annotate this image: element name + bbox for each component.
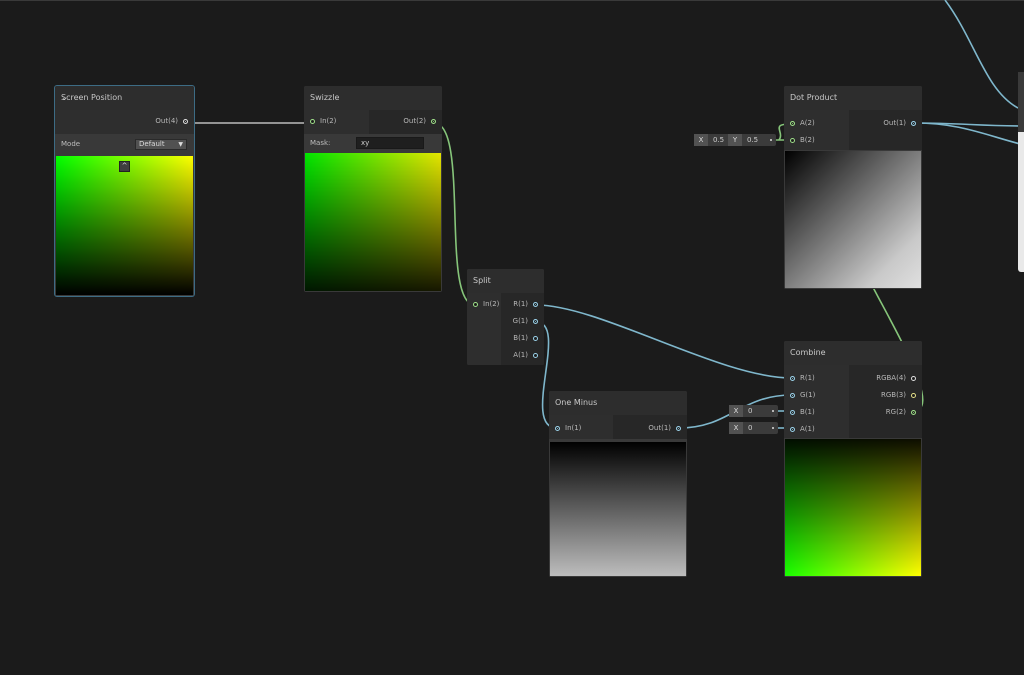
inline-connector-dot	[770, 139, 772, 141]
port-out-label: Out(4)	[155, 117, 178, 125]
node-split[interactable]: Split In(2) R(1) G(1) B(1) A(1)	[467, 269, 544, 365]
port-in-label: In(2)	[483, 300, 500, 308]
port-out-b-label: B(1)	[513, 334, 528, 342]
mode-row: Mode Default ▼	[55, 134, 194, 154]
offscreen-node-header-edge	[1018, 72, 1024, 132]
port-in-connector[interactable]	[310, 119, 315, 124]
port-area: Out(4)	[55, 110, 194, 134]
port-out-connector[interactable]	[183, 119, 188, 124]
port-area: R(1) G(1) B(1) A(1) RGBA(4) RGB(3) RG(2)	[784, 365, 922, 438]
x-field-value[interactable]: 0.5	[713, 134, 724, 146]
port-out-connector[interactable]	[911, 121, 916, 126]
mask-value: xy	[361, 139, 370, 147]
node-title: One Minus	[555, 398, 598, 407]
x-field-label: X	[694, 134, 708, 146]
port-out-g-connector[interactable]	[533, 319, 538, 324]
node-title: Split	[473, 276, 491, 285]
y-field-value[interactable]: 0.5	[747, 134, 758, 146]
port-out-rgba-connector[interactable]	[911, 376, 916, 381]
mask-input[interactable]: xy	[356, 137, 424, 149]
mode-dropdown-value: Default	[139, 140, 165, 148]
port-area: In(1) Out(1)	[549, 415, 687, 439]
port-out-label: Out(1)	[648, 424, 671, 432]
port-in-g-label: G(1)	[800, 391, 816, 399]
wire-top-right	[944, 0, 1019, 109]
node-header[interactable]: One Minus	[549, 391, 687, 415]
wire-split-r-to-combine-r	[535, 304, 793, 379]
node-combine[interactable]: Combine R(1) G(1) B(1) A(1) RGBA(4) RGB(…	[784, 341, 922, 577]
port-area: In(2) R(1) G(1) B(1) A(1)	[467, 293, 544, 365]
x-field-value[interactable]: 0	[748, 405, 752, 417]
node-preview	[550, 442, 686, 576]
port-in-b-connector[interactable]	[790, 138, 795, 143]
node-preview	[785, 439, 921, 576]
node-title: Swizzle	[310, 93, 340, 102]
port-out-rg-label: RG(2)	[885, 408, 906, 416]
port-in-r-label: R(1)	[800, 374, 815, 382]
port-in-b-connector[interactable]	[790, 410, 795, 415]
mode-dropdown[interactable]: Default ▼	[135, 139, 187, 150]
port-in-a-label: A(2)	[800, 119, 815, 127]
port-area: A(2) B(2) Out(1)	[784, 110, 922, 150]
port-in-label: In(1)	[565, 424, 582, 432]
port-out-connector[interactable]	[676, 426, 681, 431]
port-out-a-label: A(1)	[513, 351, 528, 359]
port-out-g-label: G(1)	[512, 317, 528, 325]
port-out-connector[interactable]	[431, 119, 436, 124]
port-out-rgba-label: RGBA(4)	[876, 374, 906, 382]
port-out-r-label: R(1)	[513, 300, 528, 308]
port-out-label: Out(2)	[403, 117, 426, 125]
node-header[interactable]: Dot Product	[784, 86, 922, 110]
x-field-label: X	[729, 405, 743, 417]
port-out-rg-connector[interactable]	[911, 410, 916, 415]
node-preview	[56, 156, 193, 295]
node-one-minus[interactable]: One Minus In(1) Out(1)	[549, 391, 687, 577]
port-in-b-label: B(2)	[800, 136, 815, 144]
port-out-a-connector[interactable]	[533, 353, 538, 358]
port-out-r-connector[interactable]	[533, 302, 538, 307]
dropdown-arrow-icon: ▼	[178, 141, 183, 148]
port-out-b-connector[interactable]	[533, 336, 538, 341]
node-header[interactable]: Screen Position ⌄	[55, 86, 194, 110]
inline-connector-dot	[772, 410, 774, 412]
node-title: Dot Product	[790, 93, 838, 102]
x-field-value[interactable]: 0	[748, 422, 752, 434]
preview-collapse-button[interactable]: ^	[119, 161, 130, 172]
node-preview	[785, 151, 921, 288]
x-field-label: X	[729, 422, 743, 434]
inline-connector-dot	[772, 427, 774, 429]
mode-label: Mode	[61, 140, 81, 148]
port-out-label: Out(1)	[883, 119, 906, 127]
node-screen-position[interactable]: Screen Position ⌄ Out(4) Mode Default ▼ …	[54, 85, 195, 297]
node-dot-product[interactable]: Dot Product A(2) B(2) Out(1)	[784, 86, 922, 289]
port-in-a-connector[interactable]	[790, 427, 795, 432]
port-in-connector[interactable]	[555, 426, 560, 431]
port-in-g-connector[interactable]	[790, 393, 795, 398]
port-out-rgb-connector[interactable]	[911, 393, 916, 398]
port-out-rgb-label: RGB(3)	[880, 391, 906, 399]
node-header[interactable]: Swizzle	[304, 86, 442, 110]
collapse-icon[interactable]: ⌄	[61, 93, 188, 102]
port-in-a-label: A(1)	[800, 425, 815, 433]
combine-b-default-input[interactable]: X 0	[729, 405, 778, 417]
y-field-label: Y	[728, 134, 742, 146]
node-header[interactable]: Combine	[784, 341, 922, 365]
port-in-a-connector[interactable]	[790, 121, 795, 126]
port-area: In(2) Out(2)	[304, 110, 442, 134]
node-title: Combine	[790, 348, 826, 357]
dot-b-default-input[interactable]: X 0.5 Y 0.5	[694, 134, 776, 146]
port-in-b-label: B(1)	[800, 408, 815, 416]
node-preview	[305, 153, 441, 291]
combine-a-default-input[interactable]: X 0	[729, 422, 778, 434]
port-in-r-connector[interactable]	[790, 376, 795, 381]
node-swizzle[interactable]: Swizzle In(2) Out(2) Mask: xy	[304, 86, 442, 292]
mask-label: Mask:	[310, 139, 331, 147]
port-in-label: In(2)	[320, 117, 337, 125]
mask-row: Mask: xy	[304, 134, 442, 152]
node-header[interactable]: Split	[467, 269, 544, 293]
port-in-connector[interactable]	[473, 302, 478, 307]
